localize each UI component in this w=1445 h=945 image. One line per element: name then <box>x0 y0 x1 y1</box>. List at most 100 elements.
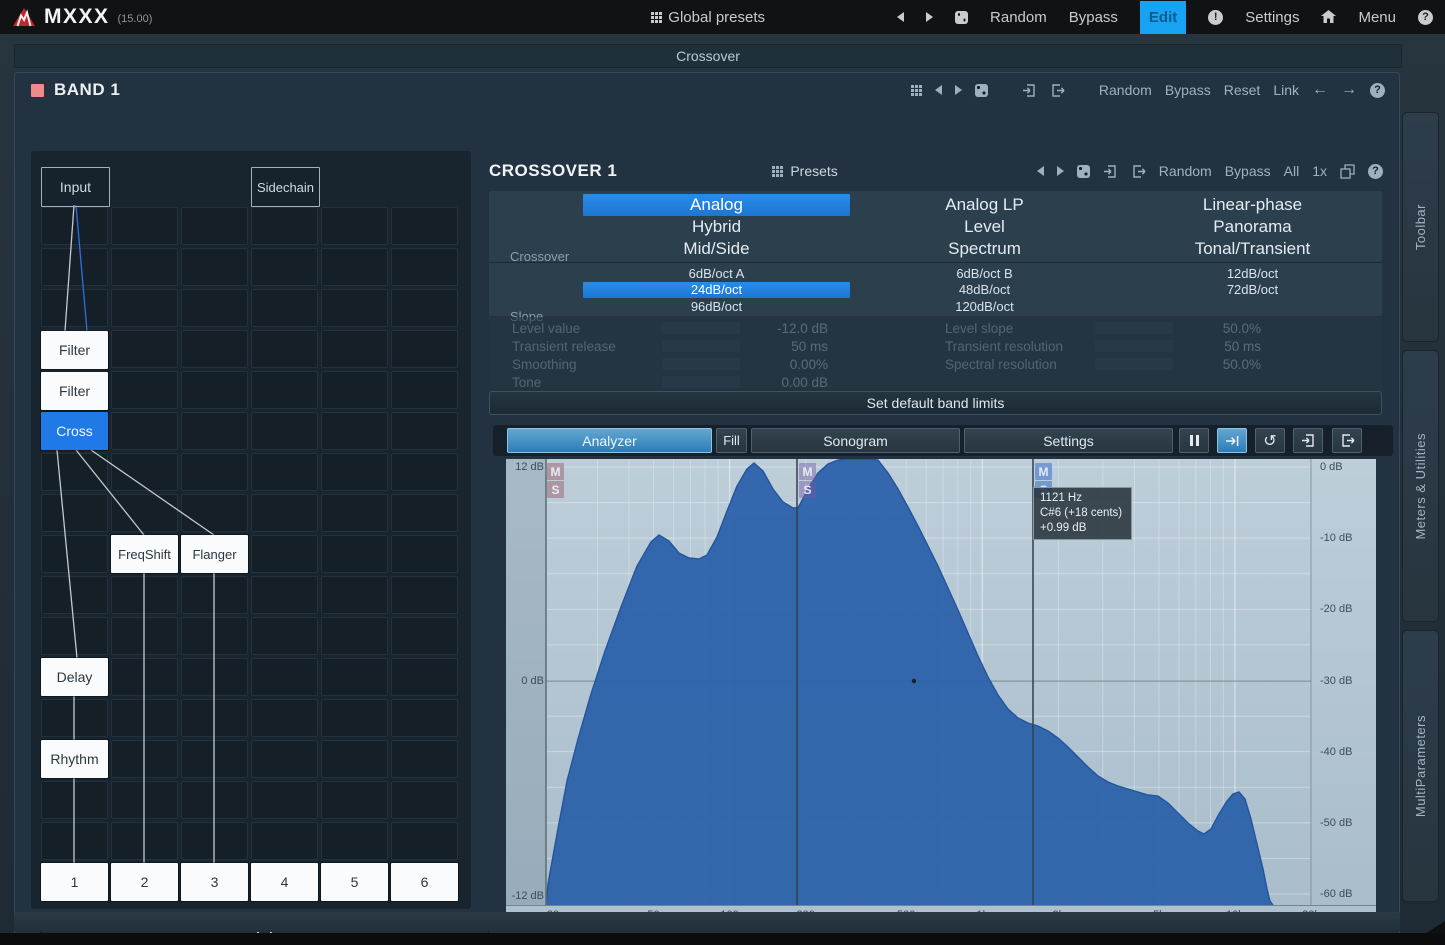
crossover-dice-icon[interactable] <box>1077 165 1090 178</box>
mute-badge-band-2[interactable]: M <box>799 463 816 480</box>
routing-cell[interactable] <box>251 494 318 532</box>
routing-cell[interactable] <box>181 699 248 737</box>
band-reset-button[interactable]: Reset <box>1224 82 1261 98</box>
routing-cell[interactable] <box>181 494 248 532</box>
pause-button[interactable] <box>1179 428 1209 453</box>
routing-cell[interactable] <box>391 330 458 368</box>
routing-cell[interactable] <box>181 330 248 368</box>
mute-badge-band-1[interactable]: M <box>547 463 564 480</box>
routing-cell[interactable] <box>181 576 248 614</box>
detach-icon[interactable] <box>1340 164 1355 179</box>
routing-cell[interactable] <box>41 289 108 327</box>
routing-cell[interactable] <box>111 289 178 327</box>
routing-cell[interactable] <box>391 289 458 327</box>
routing-cell[interactable] <box>321 289 388 327</box>
routing-cell[interactable] <box>111 248 178 286</box>
set-default-band-limits-button[interactable]: Set default band limits <box>489 391 1382 415</box>
node-filter-2[interactable]: Filter <box>41 372 108 410</box>
band-bypass-button[interactable]: Bypass <box>1165 82 1211 98</box>
routing-cell[interactable] <box>391 740 458 778</box>
routing-cell[interactable] <box>181 617 248 655</box>
routing-grid[interactable]: Input Sidechain Filter Filter Cross Freq… <box>31 151 471 909</box>
routing-cell[interactable] <box>41 207 108 245</box>
settings-button[interactable]: Settings <box>1245 9 1299 26</box>
routing-cell[interactable] <box>251 207 318 245</box>
band-help-icon[interactable]: ? <box>1370 83 1385 98</box>
slope-option-24[interactable]: 24dB/oct <box>583 282 850 299</box>
slope-option-48[interactable]: 48dB/oct <box>851 282 1118 299</box>
routing-cell[interactable] <box>181 822 248 860</box>
crossover-next-icon[interactable] <box>1057 166 1064 176</box>
routing-cell[interactable] <box>111 699 178 737</box>
routing-cell[interactable] <box>321 412 388 450</box>
routing-cell[interactable] <box>251 535 318 573</box>
routing-cell[interactable] <box>181 289 248 327</box>
routing-cell[interactable] <box>251 371 318 409</box>
type-option-linear-phase[interactable]: Linear-phase <box>1119 194 1386 216</box>
node-flanger[interactable]: Flanger <box>181 535 248 573</box>
output-5[interactable]: 5 <box>321 863 388 901</box>
band-arrow-right-icon[interactable]: → <box>1341 82 1357 98</box>
sidebar-tab-toolbar[interactable]: Toolbar <box>1402 112 1439 342</box>
band-random-button[interactable]: Random <box>1099 82 1152 98</box>
param-level-value[interactable]: Level value -12.0 dB <box>512 319 828 337</box>
routing-cell[interactable] <box>111 658 178 696</box>
band-prev-icon[interactable] <box>935 85 942 95</box>
type-option-spectrum[interactable]: Spectrum <box>851 238 1118 260</box>
routing-cell[interactable] <box>111 207 178 245</box>
menu-button[interactable]: Menu <box>1358 9 1396 26</box>
routing-cell[interactable] <box>181 371 248 409</box>
output-4[interactable]: 4 <box>251 863 318 901</box>
routing-cell[interactable] <box>41 248 108 286</box>
routing-cell[interactable] <box>111 330 178 368</box>
routing-cell[interactable] <box>251 781 318 819</box>
tab-fill[interactable]: Fill <box>716 428 747 453</box>
type-option-analog[interactable]: Analog <box>583 194 850 216</box>
output-3[interactable]: 3 <box>181 863 248 901</box>
band-next-icon[interactable] <box>955 85 962 95</box>
type-option-panorama[interactable]: Panorama <box>1119 216 1386 238</box>
crossover-import-icon[interactable] <box>1103 164 1118 179</box>
crossover-random-button[interactable]: Random <box>1159 163 1212 179</box>
band-import-icon[interactable] <box>1022 83 1037 98</box>
routing-cell[interactable] <box>321 453 388 491</box>
routing-cell[interactable] <box>321 330 388 368</box>
random-button[interactable]: Random <box>990 9 1047 26</box>
type-option-midside[interactable]: Mid/Side <box>583 238 850 260</box>
routing-cell[interactable] <box>41 453 108 491</box>
node-sidechain[interactable]: Sidechain <box>251 167 320 207</box>
routing-cell[interactable] <box>111 453 178 491</box>
routing-cell[interactable] <box>41 494 108 532</box>
routing-cell[interactable] <box>111 781 178 819</box>
crossover-scale-button[interactable]: 1x <box>1312 163 1327 179</box>
tab-sonogram[interactable]: Sonogram <box>751 428 960 453</box>
routing-cell[interactable] <box>391 535 458 573</box>
routing-cell[interactable] <box>391 781 458 819</box>
routing-cell[interactable] <box>321 207 388 245</box>
band-export-icon[interactable] <box>1050 83 1065 98</box>
routing-cell[interactable] <box>251 412 318 450</box>
routing-cell[interactable] <box>321 617 388 655</box>
routing-cell[interactable] <box>181 207 248 245</box>
type-option-tonal-transient[interactable]: Tonal/Transient <box>1119 238 1386 260</box>
routing-cell[interactable] <box>321 740 388 778</box>
slope-option-6a[interactable]: 6dB/oct A <box>583 265 850 282</box>
param-spectral-resolution[interactable]: Spectral resolution 50.0% <box>945 355 1261 373</box>
routing-cell[interactable] <box>111 494 178 532</box>
normalize-button[interactable] <box>1217 428 1247 453</box>
routing-cell[interactable] <box>41 617 108 655</box>
solo-badge-band-2[interactable]: S <box>799 481 816 498</box>
routing-cell[interactable] <box>111 412 178 450</box>
param-tone[interactable]: Tone 0.00 dB <box>512 373 828 391</box>
slope-option-96[interactable]: 96dB/oct <box>583 298 850 315</box>
node-input[interactable]: Input <box>41 167 110 207</box>
band-color-swatch[interactable] <box>31 84 44 97</box>
reset-view-button[interactable]: ↺ <box>1255 428 1285 453</box>
home-icon[interactable] <box>1321 10 1336 24</box>
routing-cell[interactable] <box>251 617 318 655</box>
solo-badge-band-1[interactable]: S <box>547 481 564 498</box>
prev-preset-icon[interactable] <box>897 12 904 22</box>
output-2[interactable]: 2 <box>111 863 178 901</box>
routing-cell[interactable] <box>181 781 248 819</box>
param-transient-release[interactable]: Transient release 50 ms <box>512 337 828 355</box>
